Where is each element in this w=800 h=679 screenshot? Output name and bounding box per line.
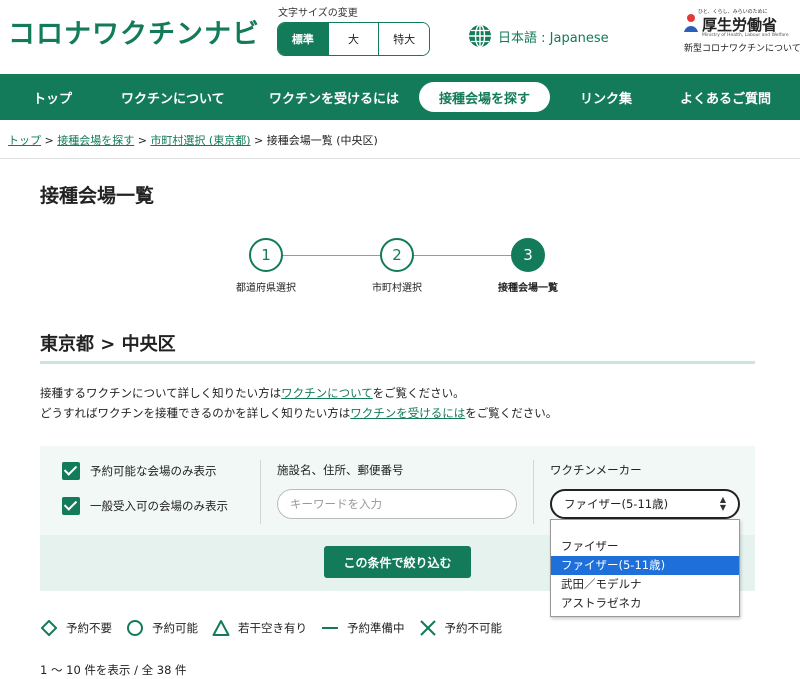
legend-item: 予約可能 <box>126 619 198 637</box>
option-astrazeneca[interactable]: アストラゼネカ <box>551 594 739 613</box>
nav-top[interactable]: トップ <box>33 74 72 120</box>
mhlw-logo-link[interactable]: ひと、くらし、みらいのために 厚生労働省 Ministry of Health,… <box>680 8 800 58</box>
triangle-icon <box>212 619 230 637</box>
select-arrows-icon: ▲ ▼ <box>719 495 726 512</box>
step-2-label: 市町村選択 <box>372 283 422 294</box>
checkbox-checked-icon[interactable] <box>62 462 80 480</box>
step-3-label: 接種会場一覧 <box>498 283 558 294</box>
availability-legend: 予約不要 予約可能 若干空き有り 予約準備中 予約不可能 <box>40 619 516 637</box>
legend-label: 予約不要 <box>66 621 112 635</box>
font-size-label: 文字サイズの変更 <box>278 8 358 19</box>
nav-links[interactable]: リンク集 <box>580 74 632 120</box>
description-line-1: 接種するワクチンについて詳しく知りたい方はワクチンについてをご覧ください。 <box>40 383 557 403</box>
region-underline <box>40 361 755 364</box>
breadcrumb-separator: > <box>134 134 151 147</box>
apply-filter-button[interactable]: この条件で絞り込む <box>324 546 471 578</box>
circle-icon <box>126 619 144 637</box>
nav-about-vaccine[interactable]: ワクチンについて <box>121 74 225 120</box>
description-text: をご覧ください。 <box>372 386 465 400</box>
site-logo[interactable]: コロナワクチンナビ <box>8 12 260 51</box>
vaccine-maker-options: ファイザー ファイザー(5-11歳) 武田／モデルナ アストラゼネカ <box>550 519 740 617</box>
font-size-large-button[interactable]: 大 <box>327 23 379 55</box>
language-label: 日本語 : Japanese <box>498 30 609 46</box>
nav-faq[interactable]: よくあるご質問 <box>680 74 771 120</box>
site-header: コロナワクチンナビ 文字サイズの変更 標準 大 特大 日本語 : Japanes… <box>0 0 800 74</box>
link-how-to-get-vaccine[interactable]: ワクチンを受けるには <box>350 406 465 420</box>
nav-how-to-get-vaccine[interactable]: ワクチンを受けるには <box>269 74 399 120</box>
breadcrumb-separator: > <box>250 134 267 147</box>
breadcrumb-current: 接種会場一覧 (中央区) <box>266 134 378 147</box>
language-selector[interactable]: 日本語 : Japanese <box>468 24 609 48</box>
globe-icon <box>469 24 491 48</box>
page-title: 接種会場一覧 <box>40 185 155 207</box>
diamond-icon <box>40 619 58 637</box>
nav-find-venue[interactable]: 接種会場を探す <box>419 82 551 112</box>
checkbox-label: 予約可能な会場のみ表示 <box>90 464 217 478</box>
legend-label: 若干空き有り <box>238 621 307 635</box>
main-nav: トップ ワクチンについて ワクチンを受けるには 接種会場を探す リンク集 よくあ… <box>0 74 800 120</box>
dash-icon <box>321 619 339 637</box>
keyword-label: 施設名、住所、郵便番号 <box>277 463 404 477</box>
checkbox-label: 一般受入可の会場のみ表示 <box>90 499 228 513</box>
divider <box>260 460 261 524</box>
mhlw-emblem-icon <box>684 14 698 32</box>
breadcrumb-link-city-select[interactable]: 市町村選択 (東京都) <box>150 134 250 147</box>
result-count: 1 〜 10 件を表示 / 全 38 件 <box>40 663 187 677</box>
link-about-vaccine[interactable]: ワクチンについて <box>281 386 372 400</box>
mhlw-english-name: Ministry of Health, Labour and Welfare <box>702 33 789 38</box>
vaccine-maker-select[interactable]: ファイザー(5-11歳) ▲ ▼ <box>550 489 740 519</box>
description-text: 接種するワクチンについて詳しく知りたい方は <box>40 386 282 400</box>
checkbox-checked-icon[interactable] <box>62 497 80 515</box>
description-text: をご覧ください。 <box>465 406 558 420</box>
legend-item: 予約不可能 <box>419 619 503 637</box>
step-3-circle: 3 <box>511 238 545 272</box>
legend-item: 予約不要 <box>40 619 112 637</box>
vaccine-maker-label: ワクチンメーカー <box>550 463 642 477</box>
legend-label: 予約不可能 <box>444 621 503 635</box>
breadcrumb: トップ > 接種会場を探す > 市町村選択 (東京都) > 接種会場一覧 (中央… <box>8 132 378 148</box>
breadcrumb-link-top[interactable]: トップ <box>8 134 41 147</box>
legend-item: 予約準備中 <box>321 619 405 637</box>
legend-label: 予約可能 <box>152 621 198 635</box>
step-1-label: 都道府県選択 <box>236 283 296 294</box>
step-1-circle: 1 <box>249 238 283 272</box>
font-size-xlarge-button[interactable]: 特大 <box>378 23 429 55</box>
divider <box>533 460 534 524</box>
mhlw-name: 厚生労働省 <box>702 16 778 34</box>
divider <box>0 158 800 159</box>
legend-item: 若干空き有り <box>212 619 307 637</box>
breadcrumb-link-find-venue[interactable]: 接種会場を探す <box>57 134 134 147</box>
cross-icon <box>419 619 437 637</box>
font-size-switcher: 標準 大 特大 <box>277 22 430 56</box>
option-pfizer[interactable]: ファイザー <box>551 537 739 556</box>
legend-label: 予約準備中 <box>347 621 405 635</box>
description: 接種するワクチンについて詳しく知りたい方はワクチンについてをご覧ください。 どう… <box>40 383 557 423</box>
select-value: ファイザー(5-11歳) <box>564 497 669 511</box>
filter-bookable-only[interactable]: 予約可能な会場のみ表示 <box>62 462 217 480</box>
keyword-input[interactable] <box>277 489 517 519</box>
mhlw-subtitle: 新型コロナワクチンについて <box>684 44 800 54</box>
font-size-normal-button[interactable]: 標準 <box>278 23 328 55</box>
option-takeda-moderna[interactable]: 武田／モデルナ <box>551 575 739 594</box>
filter-general-accept-only[interactable]: 一般受入可の会場のみ表示 <box>62 497 228 515</box>
description-line-2: どうすればワクチンを接種できるのかを詳しく知りたい方はワクチンを受けるにはをご覧… <box>40 403 557 423</box>
option-pfizer-5-11[interactable]: ファイザー(5-11歳) <box>551 556 739 575</box>
breadcrumb-separator: > <box>41 134 58 147</box>
description-text: どうすればワクチンを接種できるのかを詳しく知りたい方は <box>40 406 351 420</box>
step-2-circle: 2 <box>380 238 414 272</box>
region-title: 東京都 > 中央区 <box>40 334 176 355</box>
